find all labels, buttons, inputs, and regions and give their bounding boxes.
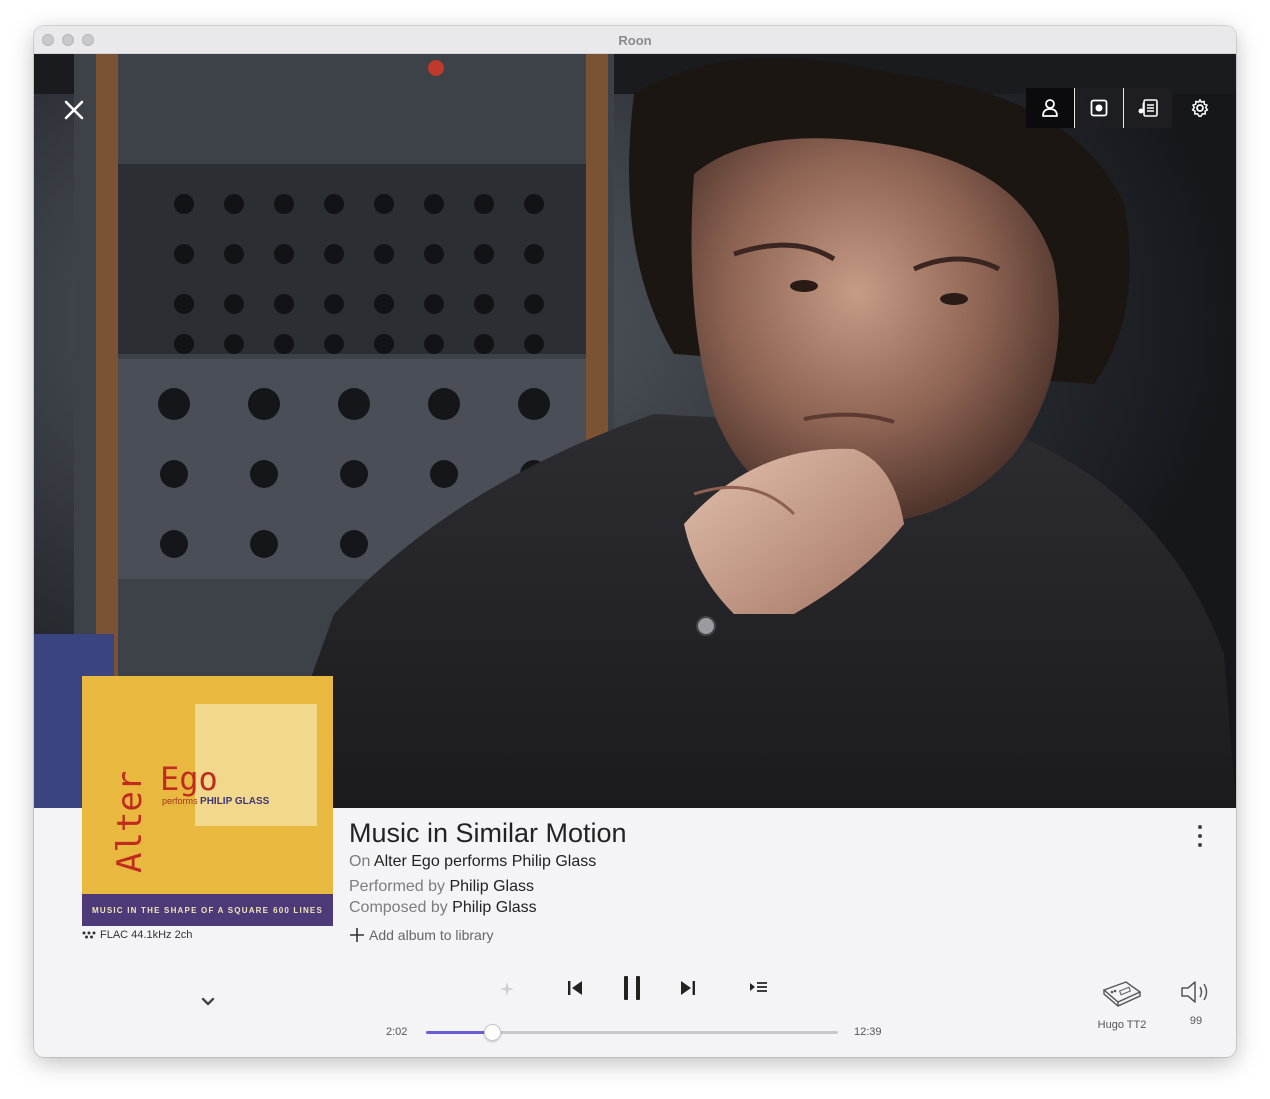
queue-icon <box>750 982 767 992</box>
seek-bar-handle[interactable] <box>484 1024 502 1041</box>
skip-previous-icon <box>568 981 582 995</box>
cover-artist-name: PHILIP GLASS <box>200 796 270 807</box>
cover-band-left: MUSIC IN THE SHAPE OF A SQUARE <box>92 905 270 915</box>
performer-link[interactable]: Philip Glass <box>449 878 533 895</box>
track-title: Music in Similar Motion <box>349 818 627 848</box>
total-duration: 12:39 <box>854 1026 882 1038</box>
title-bar: Roon <box>34 26 1236 54</box>
lyrics-view-button[interactable] <box>1124 88 1172 128</box>
settings-button[interactable] <box>1176 88 1224 128</box>
top-toolbar <box>1026 88 1224 132</box>
cover-performs-text: performs PHILIP GLASS <box>162 796 269 807</box>
cover-band: MUSIC IN THE SHAPE OF A SQUARE 600 LINES <box>82 894 333 926</box>
add-album-label: Add album to library <box>369 927 494 943</box>
artist-view-button[interactable] <box>1026 88 1074 128</box>
skip-next-icon <box>681 981 695 995</box>
performer-prefix: Performed by <box>349 878 450 895</box>
speaker-icon <box>1090 99 1108 117</box>
cover-title-ego: Ego <box>160 760 218 798</box>
collapse-player-button[interactable] <box>198 994 218 1010</box>
queue-button[interactable] <box>747 978 769 1003</box>
cover-performs-label: performs <box>162 796 198 806</box>
window-title: Roon <box>618 33 652 48</box>
toolbar-divider <box>1074 88 1075 128</box>
device-name: Hugo TT2 <box>1097 1019 1147 1031</box>
dac-device-icon <box>1102 981 1142 1007</box>
add-album-to-library-button[interactable]: Add album to library <box>349 927 494 943</box>
composer-line: Composed by Philip Glass <box>349 899 537 917</box>
plus-icon <box>350 928 364 942</box>
format-label: FLAC 44.1kHz 2ch <box>100 929 193 941</box>
seek-bar[interactable] <box>426 1024 838 1041</box>
volume-level: 99 <box>1189 1015 1203 1027</box>
composer-link[interactable]: Philip Glass <box>452 899 536 916</box>
album-view-button[interactable] <box>1075 88 1123 128</box>
person-icon <box>1042 99 1058 117</box>
next-track-button[interactable] <box>677 977 699 1004</box>
cover-band-right: 600 LINES <box>273 905 323 915</box>
more-vertical-icon <box>1198 825 1202 847</box>
signal-path-format[interactable]: FLAC 44.1kHz 2ch <box>82 929 192 941</box>
lyrics-icon <box>1138 99 1158 117</box>
roon-window: Roon Alter Ego performs PHILIP GLASS MUS… <box>34 26 1236 1057</box>
album-prefix: On <box>349 853 374 870</box>
elapsed-time: 2:02 <box>386 1026 408 1038</box>
album-line: On Alter Ego performs Philip Glass <box>349 853 596 871</box>
performer-line: Performed by Philip Glass <box>349 878 534 896</box>
radio-button[interactable] <box>497 979 517 1004</box>
toolbar-divider <box>1123 88 1124 128</box>
pause-icon <box>624 976 640 1000</box>
chevron-down-icon <box>201 997 215 1006</box>
album-cover[interactable]: Alter Ego performs PHILIP GLASS MUSIC IN… <box>82 676 333 926</box>
previous-track-button[interactable] <box>564 977 586 1004</box>
cover-title-alter: Alter <box>110 770 150 873</box>
more-options-button[interactable] <box>1190 822 1210 850</box>
close-now-playing-button[interactable] <box>58 94 90 126</box>
close-icon <box>64 100 84 120</box>
composer-prefix: Composed by <box>349 899 453 916</box>
radio-sparkle-icon <box>500 982 514 996</box>
gear-icon <box>1191 99 1209 117</box>
seek-bar-fill <box>426 1031 493 1034</box>
pause-button[interactable] <box>618 973 646 1008</box>
volume-button[interactable]: 99 <box>1178 978 1214 1027</box>
zone-device-button[interactable]: Hugo TT2 <box>1090 976 1154 1031</box>
album-link[interactable]: Alter Ego performs Philip Glass <box>374 853 596 870</box>
volume-icon <box>1181 981 1208 1003</box>
signal-path-icon <box>82 931 96 939</box>
